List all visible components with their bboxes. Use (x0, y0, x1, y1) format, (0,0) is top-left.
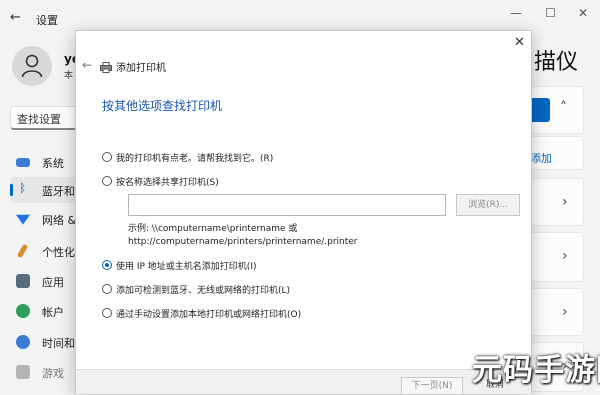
sidebar-item-label: 时间和 (42, 337, 75, 350)
example-line-1: 示例: \\computername\printername 或 (128, 224, 298, 234)
sidebar-item-time[interactable]: 时间和 (10, 329, 78, 355)
maximize-button[interactable]: ☐ (545, 6, 556, 20)
back-arrow-icon[interactable]: ← (10, 10, 21, 25)
add-printer-dialog: ✕ ← 添加打印机 按其他选项查找打印机 我的打印机有点老。请帮我找到它。(R)… (75, 30, 532, 395)
chevron-up-icon[interactable]: ˄ (560, 100, 567, 116)
radio-label: 我的打印机有点老。请帮我找到它。(R) (116, 154, 274, 164)
window-title: 设置 (36, 14, 58, 27)
bluetooth-icon: ᛒ (19, 181, 27, 195)
radio-button-selected[interactable] (102, 260, 112, 270)
monitor-icon (16, 158, 30, 167)
radio-label: 添加可检测到蓝牙、无线或网络的打印机(L) (116, 286, 291, 296)
dialog-heading: 按其他选项查找打印机 (102, 99, 223, 113)
radio-button[interactable] (102, 308, 112, 318)
printer-icon (100, 58, 112, 77)
radio-button[interactable] (102, 284, 112, 294)
browse-button[interactable]: 浏览(R)... (456, 194, 520, 216)
sidebar-item-label: 游戏 (42, 367, 64, 380)
watermark: 元码手游网 (472, 353, 600, 388)
example-text: 示例: \\computername\printername 或 http://… (128, 223, 358, 249)
example-line-2: http://computername/printers/printername… (128, 237, 358, 247)
printer-row-1[interactable] (528, 178, 584, 226)
dialog-title: 添加打印机 (116, 63, 166, 74)
sidebar-item-label: 系统 (42, 157, 64, 170)
sidebar-item-accounts[interactable]: 帐户 (10, 298, 78, 324)
printer-row-3[interactable] (528, 288, 584, 336)
person-icon (21, 54, 43, 78)
printer-row-2[interactable] (528, 232, 584, 282)
wifi-icon (16, 214, 30, 225)
sidebar-item-label: 帐户 (42, 306, 64, 319)
next-button[interactable]: 下一页(N) (401, 377, 463, 395)
sidebar-item-system[interactable]: 系统 (10, 149, 78, 175)
clock-icon (16, 335, 30, 349)
close-window-button[interactable]: ✕ (578, 6, 588, 20)
chevron-right-icon: › (562, 194, 568, 210)
sidebar-item-label: 蓝牙和 (42, 185, 75, 198)
chevron-right-icon: › (562, 248, 568, 264)
chevron-right-icon: › (562, 304, 568, 320)
close-icon[interactable]: ✕ (514, 35, 525, 50)
game-icon (16, 365, 30, 379)
page-title: 描仪 (534, 50, 579, 75)
sidebar-item-bluetooth[interactable]: ᛒ 蓝牙和 (10, 177, 78, 203)
sidebar-item-label: 个性化 (42, 246, 75, 259)
radio-button[interactable] (102, 176, 112, 186)
sidebar-item-label: 应用 (42, 276, 64, 289)
radio-label: 按名称选择共享打印机(S) (116, 178, 219, 188)
sidebar-item-personalization[interactable]: 个性化 (10, 238, 78, 264)
brush-icon (16, 243, 29, 259)
user-subtitle: 本 (64, 71, 74, 81)
apps-icon (16, 274, 30, 288)
radio-label: 通过手动设置添加本地打印机或网络打印机(O) (116, 310, 302, 320)
sidebar-item-gaming[interactable]: 游戏 (10, 359, 78, 385)
sidebar-item-network[interactable]: 网络 & (10, 206, 78, 232)
avatar[interactable] (12, 46, 52, 86)
add-link[interactable]: 添加 (530, 150, 552, 166)
sidebar-item-apps[interactable]: 应用 (10, 268, 78, 294)
minimize-button[interactable]: — (510, 6, 522, 20)
radio-label: 使用 IP 地址或主机名添加打印机(I) (116, 262, 257, 272)
account-icon (16, 304, 30, 318)
radio-button[interactable] (102, 152, 112, 162)
back-arrow-icon[interactable]: ← (82, 58, 92, 72)
sidebar-item-label: 网络 & (42, 214, 77, 227)
printer-name-input[interactable] (128, 194, 446, 216)
